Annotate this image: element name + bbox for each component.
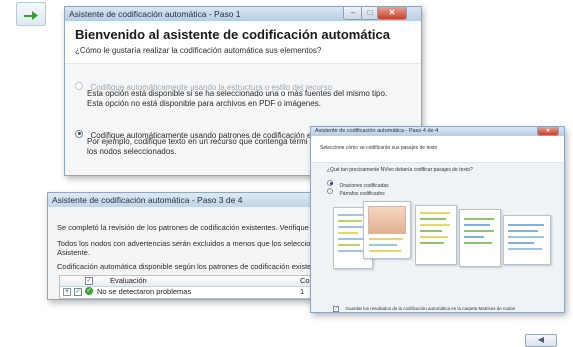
status-line-1: Se completó la revisión de los patrones … xyxy=(57,223,323,232)
radio-paragraphs-label: Párrafos codificados xyxy=(339,191,385,197)
coding-illustration xyxy=(333,201,553,271)
chevron-left-icon: ◀ xyxy=(537,335,545,344)
arrow-right-icon[interactable] xyxy=(16,2,46,26)
save-results-checkbox[interactable]: ✓ xyxy=(333,306,339,312)
document-page xyxy=(415,205,457,265)
status-line-4: Codificación automática disponible según… xyxy=(57,262,326,271)
expand-icon[interactable]: + xyxy=(63,288,71,296)
photo-page xyxy=(363,201,411,259)
person-photo xyxy=(368,206,406,234)
grid-header-row: ✓ Evaluación Co xyxy=(60,276,339,287)
option-structure-desc1: Esta opción está disponible si se ha sel… xyxy=(87,89,388,98)
row-count: 1 xyxy=(300,287,305,296)
wizard-window-step4: Asistente de codificación automática - P… xyxy=(310,126,565,313)
save-results-label: Guardar los resultados de la codificació… xyxy=(345,306,516,311)
page-title: Bienvenido al asistente de codificación … xyxy=(75,27,390,42)
option-patterns-desc2: los nodos seleccionados. xyxy=(87,147,177,156)
minimize-button[interactable]: – xyxy=(343,7,363,20)
radio-patterns[interactable] xyxy=(75,129,83,138)
question-text: ¿Cómo le gustaría realizar la codificaci… xyxy=(75,46,322,55)
col-evaluacion: Evaluación xyxy=(110,276,147,285)
back-button[interactable]: ◀ xyxy=(525,334,557,347)
window-title: Asistente de codificación automática - P… xyxy=(48,193,340,207)
header-checkbox[interactable]: ✓ xyxy=(85,277,93,285)
wizard-header: Bienvenido al asistente de codificación … xyxy=(65,21,421,64)
page-subtitle: Seleccione cómo se codificarán sus pasaj… xyxy=(320,145,438,151)
close-button[interactable]: ✕ xyxy=(537,127,559,136)
col-co: Co xyxy=(300,276,310,285)
option-structure-desc2: Esta opción no está disponible para arch… xyxy=(87,99,321,108)
option-patterns-desc1: Por ejemplo, codifique texto en un recur… xyxy=(87,137,307,146)
save-results-row[interactable]: ✓ Guardar los resultados de la codificac… xyxy=(333,297,515,315)
question-text: ¿Qué tan precisamente NVivo debería codi… xyxy=(327,167,473,173)
row-evaluation: No se detectaron problemas xyxy=(97,287,192,296)
radio-structure[interactable] xyxy=(75,81,83,90)
close-button[interactable]: ✕ xyxy=(377,7,407,20)
status-line-2: Todos los nodos con advertencias serán e… xyxy=(57,239,324,248)
document-page xyxy=(459,209,501,267)
patterns-grid: ✓ Evaluación Co + ✓ ✓ No se detectaron p… xyxy=(59,275,340,299)
row-checkbox[interactable]: ✓ xyxy=(74,288,82,296)
ok-icon: ✓ xyxy=(85,287,93,295)
window-title: Asistente de codificación automática - P… xyxy=(311,127,564,136)
wizard-window-step3: Asistente de codificación automática - P… xyxy=(47,192,341,300)
radio-paragraphs[interactable] xyxy=(327,187,333,194)
table-row[interactable]: + ✓ ✓ No se detectaron problemas 1 xyxy=(60,287,339,297)
wizard-header: Seleccione cómo se codificarán sus pasaj… xyxy=(311,136,564,163)
radio-paragraphs-row[interactable]: Párrafos codificados xyxy=(327,182,385,200)
document-page xyxy=(503,215,551,265)
status-line-3: Asistente. xyxy=(57,248,90,257)
